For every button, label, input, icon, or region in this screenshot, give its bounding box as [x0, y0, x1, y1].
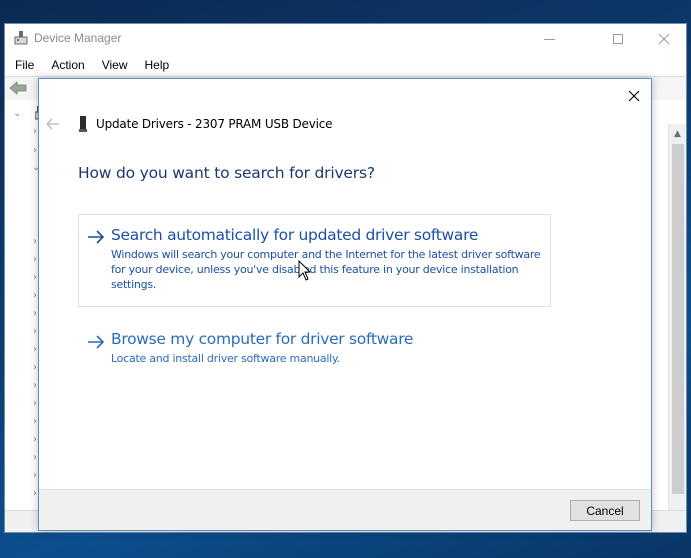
menu-help[interactable]: Help — [143, 58, 177, 72]
close-icon — [658, 33, 670, 45]
collapse-chevron-icon[interactable]: › — [33, 254, 37, 265]
search-automatically-option[interactable]: Search automatically for updated driver … — [78, 214, 551, 307]
collapse-chevron-icon[interactable]: › — [33, 362, 37, 373]
collapse-chevron-icon[interactable]: › — [33, 398, 37, 409]
dialog-title: Update Drivers - 2307 PRAM USB Device — [96, 117, 333, 131]
cancel-button[interactable]: Cancel — [570, 500, 640, 521]
browse-computer-option[interactable]: Browse my computer for driver software L… — [78, 324, 551, 370]
menu-file[interactable]: File — [13, 58, 41, 72]
collapse-chevron-icon[interactable]: › — [33, 290, 37, 301]
arrow-right-icon — [88, 335, 105, 349]
option-title[interactable]: Search automatically for updated driver … — [111, 226, 478, 244]
collapse-chevron-icon[interactable]: › — [33, 344, 37, 355]
maximize-button[interactable] — [595, 24, 641, 54]
vertical-scrollbar[interactable]: ▲ ▼ — [668, 124, 686, 532]
collapse-chevron-icon[interactable]: › — [33, 380, 37, 391]
option-description: Windows will search your computer and th… — [111, 248, 541, 291]
collapse-chevron-icon[interactable]: › — [33, 326, 37, 337]
collapse-chevron-icon[interactable]: › — [33, 236, 37, 247]
collapse-chevron-icon[interactable]: › — [33, 272, 37, 283]
window-title: Device Manager — [34, 31, 122, 45]
collapse-chevron-icon[interactable]: › — [33, 470, 37, 481]
option-title[interactable]: Browse my computer for driver software — [111, 330, 413, 348]
maximize-icon — [613, 34, 623, 44]
dialog-close-button[interactable] — [619, 83, 649, 109]
minimize-button[interactable] — [526, 24, 572, 54]
menu-bar: File Action View Help — [5, 54, 686, 76]
collapse-chevron-icon[interactable]: › — [33, 488, 37, 499]
menu-action[interactable]: Action — [49, 58, 91, 72]
back-arrow-icon[interactable] — [9, 81, 27, 95]
scrollbar-thumb[interactable] — [672, 144, 684, 494]
collapse-chevron-icon[interactable]: › — [33, 434, 37, 445]
dialog-heading: How do you want to search for drivers? — [78, 164, 375, 182]
option-description: Locate and install driver software manua… — [111, 352, 340, 365]
scroll-up-icon[interactable]: ▲ — [669, 126, 686, 142]
collapse-chevron-icon[interactable]: › — [33, 416, 37, 427]
minimize-icon — [543, 38, 555, 40]
collapse-chevron-icon[interactable]: › — [33, 308, 37, 319]
arrow-right-icon — [88, 230, 105, 244]
usb-device-icon — [79, 116, 87, 132]
close-icon — [628, 90, 640, 102]
back-arrow-icon[interactable] — [45, 117, 61, 131]
device-manager-titlebar[interactable]: Device Manager — [5, 24, 686, 54]
collapse-chevron-icon[interactable]: › — [33, 452, 37, 463]
dialog-footer: Cancel — [39, 489, 651, 530]
update-drivers-dialog: Update Drivers - 2307 PRAM USB Device Ho… — [38, 78, 652, 531]
close-window-button[interactable] — [641, 24, 687, 54]
collapse-chevron-icon[interactable]: › — [33, 126, 37, 137]
menu-view[interactable]: View — [100, 58, 135, 72]
device-manager-icon — [14, 31, 28, 45]
expand-chevron-icon[interactable]: ⌄ — [13, 108, 21, 119]
collapse-chevron-icon[interactable]: › — [33, 145, 37, 156]
